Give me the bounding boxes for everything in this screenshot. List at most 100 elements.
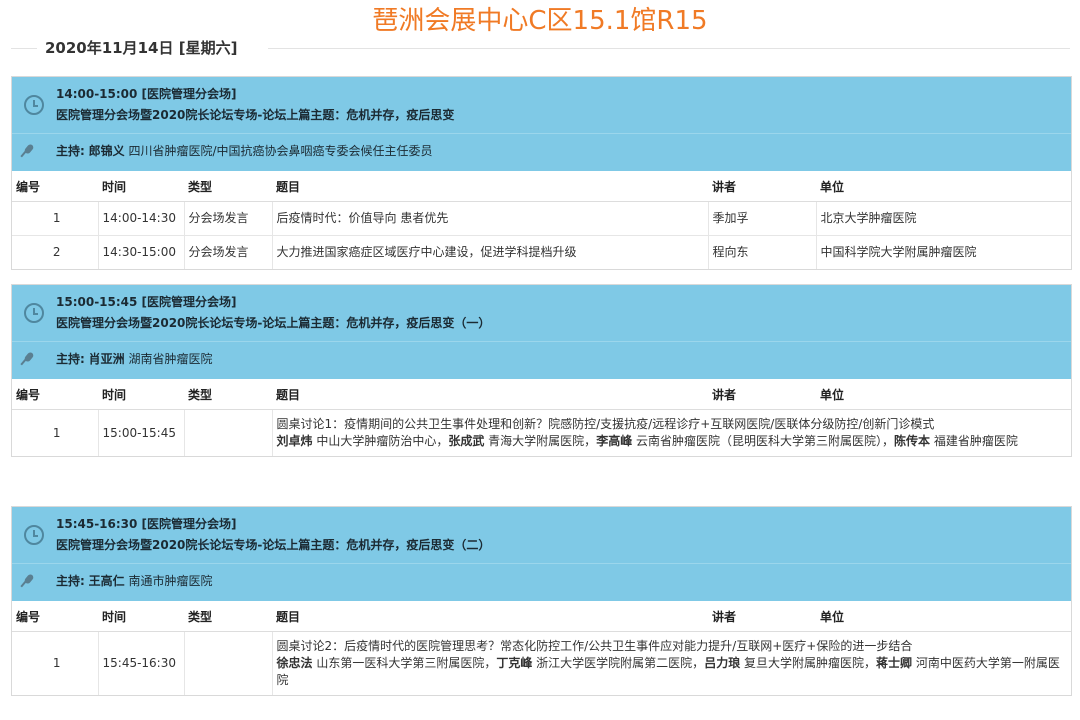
row-type: 分会场发言 xyxy=(183,235,272,269)
row-type: 分会场发言 xyxy=(183,201,272,236)
col-header-no: 编号 xyxy=(12,379,98,410)
panelist-name: 徐忠法 xyxy=(276,656,313,670)
panelist-org: 山东第一医科大学第三附属医院， xyxy=(312,656,497,670)
session-host: 主持: 王高仁 南通市肿瘤医院 xyxy=(56,573,213,589)
divider xyxy=(12,133,1071,134)
row-time: 15:00-15:45 xyxy=(97,409,184,456)
col-header-type: 类型 xyxy=(184,379,272,410)
panelist-org: 中山大学肿瘤防治中心， xyxy=(312,434,449,448)
panelist-org: 福建省肿瘤医院 xyxy=(930,434,1018,448)
col-header-speaker: 讲者 xyxy=(708,171,816,202)
row-type xyxy=(183,631,272,695)
schedule-date: 2020年11月14日 [星期六] xyxy=(45,39,238,57)
host-name: 郎锦义 xyxy=(88,144,125,158)
panelist-org: 云南省肿瘤医院（昆明医科大学第三附属医院）， xyxy=(632,434,895,448)
col-header-speaker: 讲者 xyxy=(708,379,816,410)
panelist-name: 陈传本 xyxy=(894,434,931,448)
table-row: 1 15:00-15:45 圆桌讨论1：疫情期间的公共卫生事件处理和创新？院感防… xyxy=(12,409,1072,456)
col-header-speaker: 讲者 xyxy=(708,601,816,632)
col-header-unit: 单位 xyxy=(816,171,1071,202)
host-name: 王高仁 xyxy=(88,574,125,588)
roundtable-topic: 圆桌讨论1：疫情期间的公共卫生事件处理和创新？院感防控/支援抗疫/远程诊疗+互联… xyxy=(276,417,935,431)
microphone-icon xyxy=(23,351,35,363)
host-org: 四川省肿瘤医院/中国抗癌协会鼻咽癌专委会候任主任委员 xyxy=(128,144,433,158)
session-header: 14:00-15:00 [医院管理分会场] 医院管理分会场暨2020院长论坛专场… xyxy=(12,77,1071,171)
host-label: 主持: xyxy=(56,574,85,588)
session-title: 医院管理分会场暨2020院长论坛专场-论坛上篇主题：危机并存，疫后思变 xyxy=(56,108,455,122)
session-block: 15:00-15:45 [医院管理分会场] 医院管理分会场暨2020院长论坛专场… xyxy=(11,284,1072,457)
row-time: 15:45-16:30 xyxy=(97,631,184,695)
table-row: 1 14:00-14:30 分会场发言 后疫情时代：价值导向 患者优先 季加孚 … xyxy=(12,201,1071,236)
session-time: 15:00-15:45 [医院管理分会场] xyxy=(56,295,237,309)
panelist-name: 刘卓炜 xyxy=(276,434,313,448)
divider xyxy=(12,341,1071,342)
panelist-org: 青海大学附属医院， xyxy=(484,434,597,448)
table-row: 2 14:30-15:00 分会场发言 大力推进国家癌症区域医疗中心建设，促进学… xyxy=(12,235,1071,269)
row-no: 1 xyxy=(12,201,98,236)
row-topic: 圆桌讨论1：疫情期间的公共卫生事件处理和创新？院感防控/支援抗疫/远程诊疗+互联… xyxy=(271,409,1072,456)
col-header-no: 编号 xyxy=(12,171,98,202)
row-no: 2 xyxy=(12,235,98,269)
panelist-name: 丁克峰 xyxy=(496,656,533,670)
col-header-no: 编号 xyxy=(12,601,98,632)
col-header-type: 类型 xyxy=(184,171,272,202)
session-block: 15:45-16:30 [医院管理分会场] 医院管理分会场暨2020院长论坛专场… xyxy=(11,506,1072,696)
row-time: 14:30-15:00 xyxy=(97,235,184,269)
session-header: 15:00-15:45 [医院管理分会场] 医院管理分会场暨2020院长论坛专场… xyxy=(12,285,1071,379)
table-header-row: 编号 时间 类型 题目 讲者 单位 xyxy=(12,601,1071,632)
session-header: 15:45-16:30 [医院管理分会场] 医院管理分会场暨2020院长论坛专场… xyxy=(12,507,1071,601)
microphone-icon xyxy=(23,573,35,585)
host-label: 主持: xyxy=(56,352,85,366)
panelist-name: 张成武 xyxy=(448,434,485,448)
session-title: 医院管理分会场暨2020院长论坛专场-论坛上篇主题：危机并存，疫后思变（一） xyxy=(56,316,491,330)
host-label: 主持: xyxy=(56,144,85,158)
col-header-topic: 题目 xyxy=(272,171,708,202)
session-block: 14:00-15:00 [医院管理分会场] 医院管理分会场暨2020院长论坛专场… xyxy=(11,76,1072,270)
venue-title: 琶洲会展中心C区15.1馆R15 xyxy=(372,6,708,36)
panelist-name: 吕力琅 xyxy=(704,656,741,670)
col-header-time: 时间 xyxy=(98,379,184,410)
row-no: 1 xyxy=(12,631,98,695)
divider xyxy=(12,563,1071,564)
divider xyxy=(11,48,37,49)
table-row: 1 15:45-16:30 圆桌讨论2：后疫情时代的医院管理思考？常态化防控工作… xyxy=(12,631,1072,695)
col-header-time: 时间 xyxy=(98,171,184,202)
clock-icon xyxy=(24,525,44,545)
row-time: 14:00-14:30 xyxy=(97,201,184,236)
session-table: 编号 时间 类型 题目 讲者 单位 1 15:00-15:45 圆桌讨论1：疫情… xyxy=(12,379,1071,456)
row-topic: 大力推进国家癌症区域医疗中心建设，促进学科提档升级 xyxy=(271,235,708,269)
col-header-topic: 题目 xyxy=(272,601,708,632)
host-name: 肖亚洲 xyxy=(88,352,125,366)
row-topic: 后疫情时代：价值导向 患者优先 xyxy=(271,201,708,236)
clock-icon xyxy=(24,95,44,115)
session-host: 主持: 肖亚洲 湖南省肿瘤医院 xyxy=(56,351,213,367)
session-title: 医院管理分会场暨2020院长论坛专场-论坛上篇主题：危机并存，疫后思变（二） xyxy=(56,538,491,552)
row-speaker: 季加孚 xyxy=(707,201,816,236)
session-table: 编号 时间 类型 题目 讲者 单位 1 14:00-14:30 分会场发言 后疫… xyxy=(12,171,1071,269)
col-header-topic: 题目 xyxy=(272,379,708,410)
date-line: 2020年11月14日 [星期六] xyxy=(0,38,1080,60)
divider xyxy=(268,48,1070,49)
row-no: 1 xyxy=(12,409,98,456)
roundtable-topic: 圆桌讨论2：后疫情时代的医院管理思考？常态化防控工作/公共卫生事件应对能力提升/… xyxy=(276,639,913,653)
table-header-row: 编号 时间 类型 题目 讲者 单位 xyxy=(12,171,1071,202)
clock-icon xyxy=(24,303,44,323)
session-host: 主持: 郎锦义 四川省肿瘤医院/中国抗癌协会鼻咽癌专委会候任主任委员 xyxy=(56,143,433,159)
row-unit: 北京大学肿瘤医院 xyxy=(815,201,1071,236)
panelist-org: 浙江大学医学院附属第二医院， xyxy=(532,656,705,670)
col-header-type: 类型 xyxy=(184,601,272,632)
panelists: 徐忠法 山东第一医科大学第三附属医院，丁克峰 浙江大学医学院附属第二医院，吕力琅… xyxy=(277,655,1072,689)
host-org: 湖南省肿瘤医院 xyxy=(128,352,213,366)
row-unit: 中国科学院大学附属肿瘤医院 xyxy=(815,235,1071,269)
panelists: 刘卓炜 中山大学肿瘤防治中心，张成武 青海大学附属医院，李高峰 云南省肿瘤医院（… xyxy=(277,433,1072,450)
col-header-unit: 单位 xyxy=(816,379,1071,410)
panelist-name: 李高峰 xyxy=(596,434,633,448)
session-time: 14:00-15:00 [医院管理分会场] xyxy=(56,87,237,101)
row-topic: 圆桌讨论2：后疫情时代的医院管理思考？常态化防控工作/公共卫生事件应对能力提升/… xyxy=(271,631,1072,695)
microphone-icon xyxy=(23,143,35,155)
col-header-time: 时间 xyxy=(98,601,184,632)
session-table: 编号 时间 类型 题目 讲者 单位 1 15:45-16:30 圆桌讨论2：后疫… xyxy=(12,601,1071,695)
host-org: 南通市肿瘤医院 xyxy=(128,574,213,588)
panelist-name: 蒋士卿 xyxy=(876,656,913,670)
session-time: 15:45-16:30 [医院管理分会场] xyxy=(56,517,237,531)
